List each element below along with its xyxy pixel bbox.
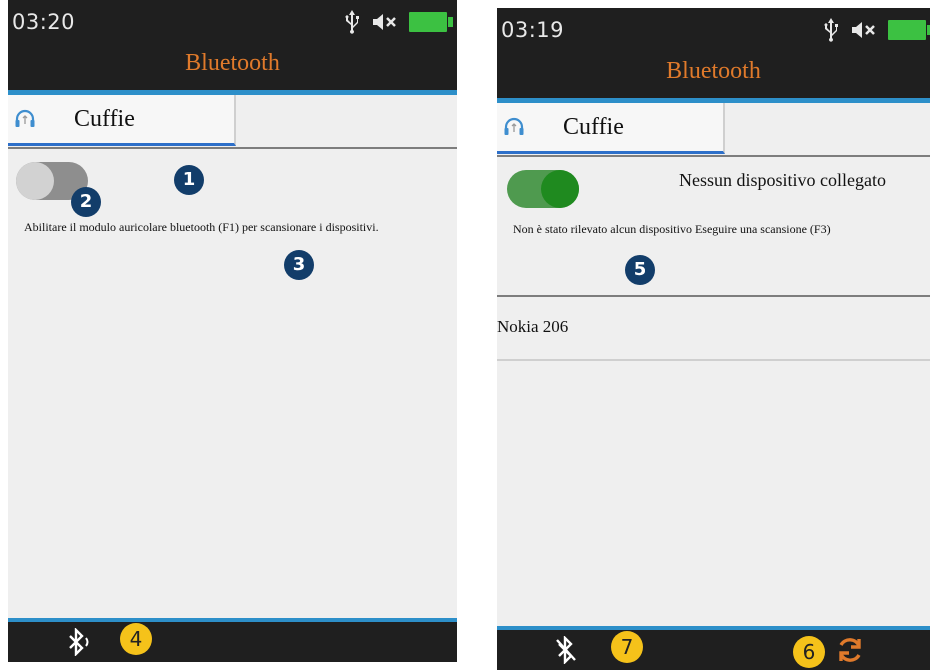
device-list-item[interactable]: Nokia 206 <box>497 295 930 361</box>
connection-status: Nessun dispositivo collegato <box>679 170 886 190</box>
speaker-muted-icon <box>371 12 399 32</box>
headphones-icon <box>15 109 35 127</box>
bottom-bar: 7 6 <box>497 626 930 670</box>
battery-icon <box>888 20 930 40</box>
toggle-knob <box>541 170 579 208</box>
bluetooth-search-icon[interactable] <box>64 628 94 656</box>
headphones-icon <box>504 117 524 135</box>
usb-icon <box>343 10 361 34</box>
callout-4: 4 <box>120 623 152 655</box>
tab-bar: Cuffie <box>497 103 930 157</box>
status-icons <box>343 10 453 34</box>
page-title: Bluetooth <box>185 50 280 76</box>
status-bar: 03:20 Bluetooth <box>8 0 457 90</box>
tab-label: Cuffie <box>563 113 624 140</box>
bluetooth-disabled-icon[interactable] <box>553 636 581 664</box>
device-name: Nokia 206 <box>497 317 569 336</box>
bottom-bar: 4 <box>8 618 457 662</box>
page-title: Bluetooth <box>666 58 761 84</box>
clock: 03:19 <box>501 18 565 42</box>
callout-1: 1 <box>174 165 204 195</box>
tab-bar: Cuffie <box>8 95 457 149</box>
clock: 03:20 <box>12 10 76 34</box>
status-icons <box>822 18 930 42</box>
toggle-knob <box>16 162 54 200</box>
callout-7: 7 <box>611 631 643 663</box>
refresh-icon[interactable] <box>835 635 865 665</box>
callout-2: 2 <box>71 187 101 217</box>
status-bar: 03:19 Bluetooth <box>497 8 930 98</box>
callout-6: 6 <box>793 636 825 668</box>
usb-icon <box>822 18 840 42</box>
screen-left: 03:20 Bluetooth Cuffie 1 2 Abilitare il … <box>8 0 457 662</box>
tab-label: Cuffie <box>74 105 135 132</box>
speaker-muted-icon <box>850 20 878 40</box>
screen-right: 03:19 Bluetooth Cuffie Nessun dispositiv… <box>497 8 930 670</box>
bluetooth-toggle[interactable] <box>507 170 579 208</box>
callout-5: 5 <box>625 255 655 285</box>
scan-hint-message: Abilitare il modulo auricolare bluetooth… <box>24 220 379 234</box>
tab-headphones[interactable]: Cuffie <box>497 103 725 154</box>
tab-headphones[interactable]: Cuffie <box>8 95 236 146</box>
battery-icon <box>409 12 453 32</box>
callout-3: 3 <box>284 250 314 280</box>
no-device-message: Non è stato rilevato alcun dispositivo E… <box>513 222 831 236</box>
